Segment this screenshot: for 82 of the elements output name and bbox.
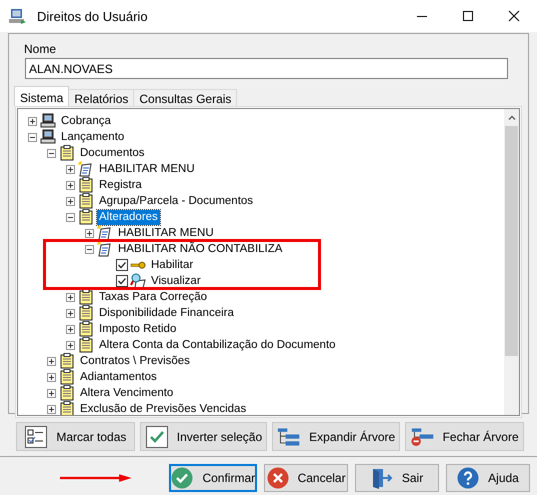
tree-collapse-icon: [410, 426, 435, 448]
tree-item[interactable]: Exclusão de Previsões Vencidas: [78, 402, 248, 415]
checkbox[interactable]: [116, 259, 128, 271]
tree-item[interactable]: HABILITAR NÃO CONTABILIZA: [116, 242, 284, 256]
name-label: Nome: [24, 42, 56, 56]
confirm-button[interactable]: Confirmar: [169, 464, 258, 492]
tree-item[interactable]: Altera Vencimento: [78, 386, 176, 400]
expand-toggle[interactable]: [47, 404, 56, 414]
checkmark-icon: [144, 426, 169, 448]
tree-item[interactable]: Registra: [97, 178, 144, 192]
expand-toggle[interactable]: [85, 228, 94, 238]
scrollbar[interactable]: [504, 109, 519, 415]
tree-action-button[interactable]: Inverter seleção: [140, 422, 268, 451]
exit-door-icon: [370, 466, 393, 488]
tree-item[interactable]: Cobrança: [59, 114, 113, 128]
tree-action-button[interactable]: Marcar todas: [16, 422, 135, 451]
collapse-toggle[interactable]: [66, 212, 75, 222]
tree-item[interactable]: Imposto Retido: [97, 322, 178, 336]
tree-item[interactable]: HABILITAR MENU: [116, 226, 216, 240]
notepad-icon: [78, 209, 94, 225]
close-icon[interactable]: [508, 10, 520, 22]
tree-item[interactable]: Taxas Para Correção: [97, 290, 210, 304]
tab[interactable]: Sistema: [14, 86, 70, 106]
exit-button[interactable]: Sair: [355, 464, 440, 492]
menu-note-icon: [97, 241, 113, 257]
tree-item[interactable]: Disponibilidade Financeira: [97, 306, 236, 320]
expand-toggle[interactable]: [66, 340, 75, 350]
expand-toggle[interactable]: [66, 308, 75, 318]
tree-item[interactable]: Habilitar: [149, 258, 196, 272]
expand-toggle[interactable]: [66, 196, 75, 206]
tree-item[interactable]: Lançamento: [59, 130, 126, 144]
notepad-icon: [59, 369, 75, 385]
notepad-icon: [59, 353, 75, 369]
expand-toggle[interactable]: [66, 164, 75, 174]
name-field[interactable]: ALAN.NOVAES: [25, 58, 508, 79]
help-icon: [457, 466, 480, 488]
menu-note-icon: [97, 225, 113, 241]
tree-item[interactable]: Contratos \ Previsões: [78, 354, 192, 368]
expand-toggle[interactable]: [47, 356, 56, 366]
expand-toggle[interactable]: [47, 388, 56, 398]
tree-item[interactable]: Alteradores: [97, 210, 160, 224]
notepad-icon: [78, 193, 94, 209]
computer-icon: [40, 113, 56, 129]
tree-action-button[interactable]: Fechar Árvore: [405, 422, 524, 451]
tree-item[interactable]: Agrupa/Parcela - Documentos: [97, 194, 256, 208]
app-icon: [9, 8, 27, 24]
tree-item[interactable]: Altera Conta da Contabilização do Documento: [97, 338, 338, 352]
tree-item[interactable]: Documentos: [78, 146, 147, 160]
notepad-icon: [59, 145, 75, 161]
tree-item[interactable]: Adiantamentos: [78, 370, 159, 384]
collapse-toggle[interactable]: [85, 244, 94, 254]
magnifier-icon: [130, 273, 146, 289]
tree-action-button[interactable]: Expandir Árvore: [272, 422, 400, 451]
notepad-icon: [78, 289, 94, 305]
tab[interactable]: Consultas Gerais: [133, 89, 238, 106]
expand-toggle[interactable]: [28, 116, 37, 126]
tree-item[interactable]: HABILITAR MENU: [97, 162, 197, 176]
notepad-icon: [59, 385, 75, 401]
notepad-icon: [78, 177, 94, 193]
scroll-up-icon[interactable]: [508, 115, 516, 120]
notepad-icon: [78, 337, 94, 353]
cancel-icon: [266, 466, 289, 488]
tree-item[interactable]: Visualizar: [149, 274, 203, 288]
notepad-icon: [78, 305, 94, 321]
window-title: Direitos do Usuário: [37, 8, 149, 24]
help-button[interactable]: Ajuda: [446, 464, 530, 492]
checklist-icon: [24, 426, 48, 448]
menu-note-icon: [78, 161, 94, 177]
expand-toggle[interactable]: [66, 324, 75, 334]
computer-icon: [40, 129, 56, 145]
notepad-icon: [78, 321, 94, 337]
confirm-icon: [171, 466, 194, 488]
expand-toggle[interactable]: [66, 292, 75, 302]
checkbox[interactable]: [116, 275, 128, 287]
tree-expand-icon: [277, 426, 302, 448]
collapse-toggle[interactable]: [28, 132, 37, 142]
maximize-icon[interactable]: [462, 10, 474, 22]
expand-toggle[interactable]: [66, 180, 75, 190]
collapse-toggle[interactable]: [47, 148, 56, 158]
tab[interactable]: Relatórios: [68, 89, 134, 106]
cancel-button[interactable]: Cancelar: [264, 464, 348, 492]
expand-toggle[interactable]: [47, 372, 56, 382]
